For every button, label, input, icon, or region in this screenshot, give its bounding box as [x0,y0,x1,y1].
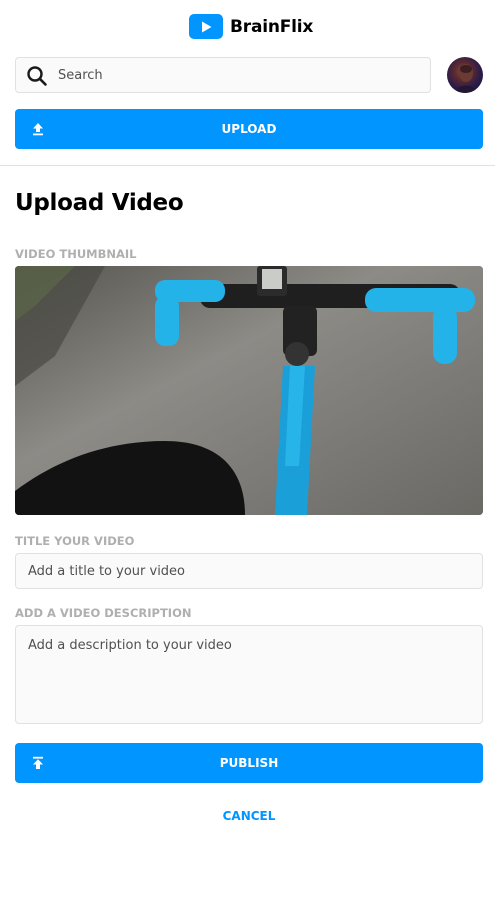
publish-button-label: PUBLISH [219,756,279,770]
video-description-input[interactable] [15,625,483,724]
title-label: TITLE YOUR VIDEO [15,534,135,548]
cancel-link[interactable]: CANCEL [0,809,495,823]
page-title: Upload Video [15,190,184,216]
video-title-input[interactable] [15,553,483,589]
upload-button-label: UPLOAD [221,122,277,136]
brainflix-logo[interactable]: BrainFlix [189,14,313,39]
upload-icon [33,123,43,136]
avatar[interactable] [447,57,483,93]
upload-button[interactable]: UPLOAD [15,109,483,149]
logo-text: BrainFlix [230,16,314,37]
publish-icon [33,756,43,769]
description-label: ADD A VIDEO DESCRIPTION [15,606,192,620]
thumbnail-label: VIDEO THUMBNAIL [15,247,137,261]
search-input[interactable] [58,58,418,92]
bike-handlebar-image [15,266,483,515]
avatar-image [455,64,477,93]
publish-button[interactable]: PUBLISH [15,743,483,783]
search-icon [27,66,47,86]
search-bar [15,57,431,93]
video-thumbnail[interactable] [15,266,483,515]
site-header: BrainFlix UPLOAD [0,0,495,166]
play-icon [189,14,223,39]
